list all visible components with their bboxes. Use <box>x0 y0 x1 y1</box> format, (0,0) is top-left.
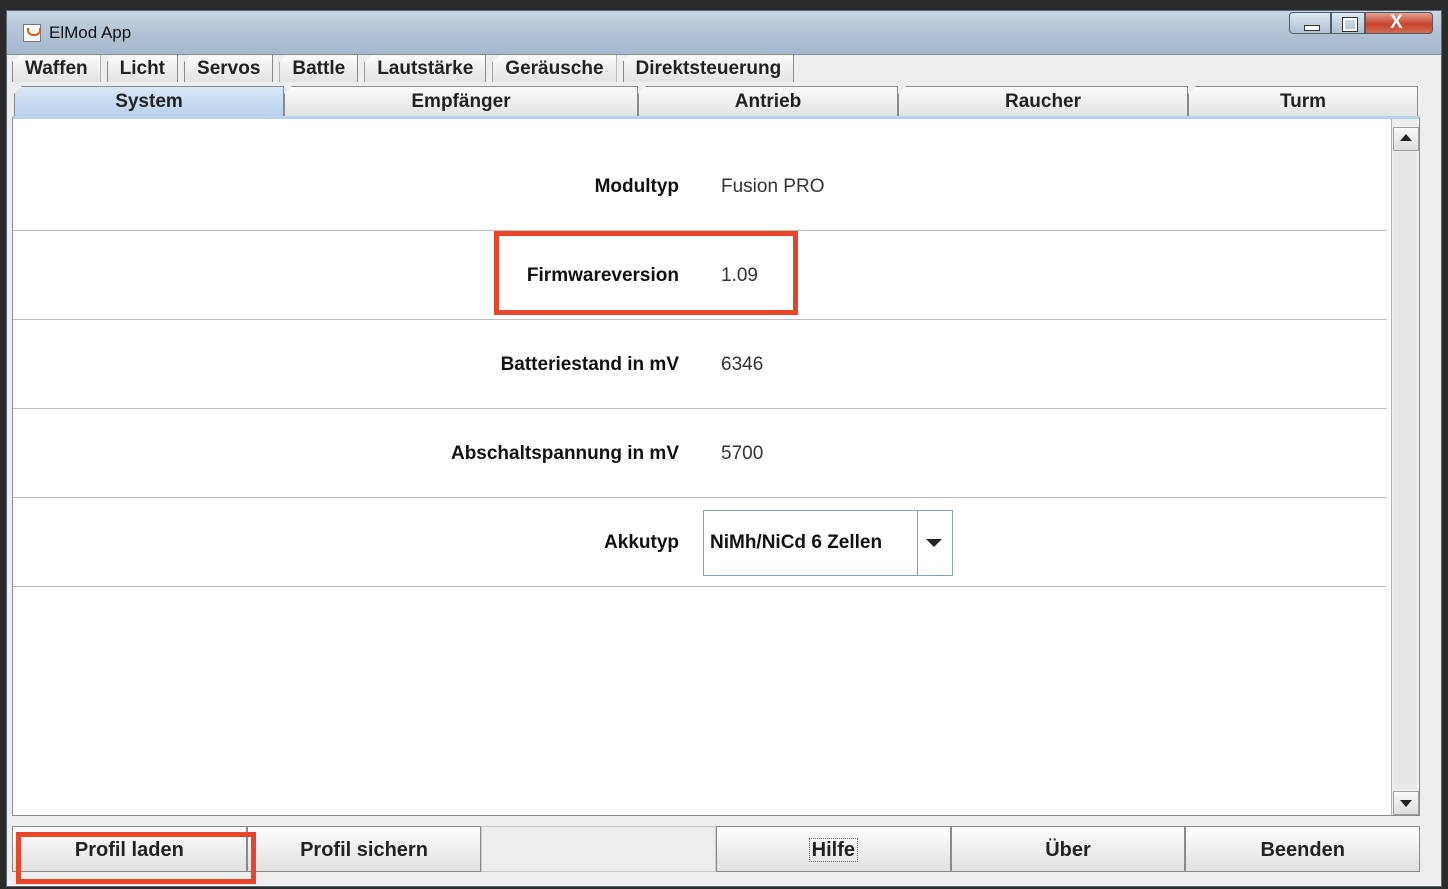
tab-row-top: Waffen Licht Servos Battle Lautstärke Ge… <box>12 54 800 82</box>
tab-waffen[interactable]: Waffen <box>12 54 101 82</box>
tab-system[interactable]: System <box>14 86 284 116</box>
maximize-icon <box>1342 17 1358 32</box>
chevron-down-icon[interactable] <box>926 539 942 547</box>
vertical-scrollbar[interactable] <box>1391 119 1419 815</box>
button-spacer <box>481 826 717 872</box>
scroll-track[interactable] <box>1394 151 1416 789</box>
firmware-value: 1.09 <box>721 265 758 286</box>
save-profile-button[interactable]: Profil sichern <box>246 826 482 872</box>
tab-servos[interactable]: Servos <box>184 54 274 82</box>
battery-value: 6346 <box>721 354 764 375</box>
modultyp-value: Fusion PRO <box>721 176 825 197</box>
akkutyp-row: Akkutyp NiMh/NiCd 6 Zellen <box>13 499 1387 587</box>
tab-direktsteuerung[interactable]: Direktsteuerung <box>622 54 795 82</box>
java-app-icon <box>23 24 41 42</box>
cutoff-value: 5700 <box>721 443 764 464</box>
battery-label: Batteriestand in mV <box>500 354 679 375</box>
tab-battle[interactable]: Battle <box>279 54 359 82</box>
modultyp-row: Modultyp Fusion PRO <box>13 143 1387 231</box>
close-icon: X <box>1390 12 1403 33</box>
maximize-button[interactable] <box>1331 12 1365 34</box>
tab-empfaenger[interactable]: Empfänger <box>284 86 638 116</box>
firmware-label: Firmwareversion <box>526 265 679 286</box>
tab-turm[interactable]: Turm <box>1188 86 1418 116</box>
close-button[interactable]: X <box>1365 12 1433 34</box>
help-button[interactable]: Hilfe <box>716 826 951 872</box>
bottom-button-bar: Profil laden Profil sichern Hilfe Über B… <box>12 826 1421 872</box>
scroll-up-button[interactable] <box>1393 127 1419 151</box>
akkutyp-label: Akkutyp <box>604 532 679 553</box>
about-button[interactable]: Über <box>950 826 1186 872</box>
exit-button[interactable]: Beenden <box>1185 826 1421 872</box>
load-profile-button[interactable]: Profil laden <box>12 826 247 872</box>
cutoff-label: Abschaltspannung in mV <box>450 443 679 464</box>
help-button-label: Hilfe <box>808 838 859 862</box>
minimize-button[interactable] <box>1289 12 1331 34</box>
title-bar: ElMod App X <box>7 11 1441 55</box>
tab-lautstaerke[interactable]: Lautstärke <box>364 54 487 82</box>
tab-licht[interactable]: Licht <box>106 54 179 82</box>
minimize-icon <box>1304 25 1320 31</box>
tab-raucher[interactable]: Raucher <box>898 86 1188 116</box>
battery-row: Batteriestand in mV 6346 <box>13 321 1387 409</box>
firmware-row: Firmwareversion 1.09 <box>13 232 1387 320</box>
scroll-down-icon <box>1400 800 1412 807</box>
akkutyp-selected-value: NiMh/NiCd 6 Zellen <box>704 511 918 575</box>
scroll-down-button[interactable] <box>1393 791 1419 815</box>
scroll-up-icon <box>1400 134 1412 141</box>
akkutyp-select[interactable]: NiMh/NiCd 6 Zellen <box>703 510 953 576</box>
tab-geraeusche[interactable]: Geräusche <box>492 54 617 82</box>
window-controls: X <box>1289 11 1433 37</box>
tab-antrieb[interactable]: Antrieb <box>638 86 898 116</box>
window-title: ElMod App <box>49 23 132 42</box>
cutoff-row: Abschaltspannung in mV 5700 <box>13 410 1387 498</box>
tab-row-bottom: System Empfänger Antrieb Raucher Turm <box>14 86 1418 116</box>
modultyp-label: Modultyp <box>594 176 679 197</box>
system-panel: Modultyp Fusion PRO Firmwareversion 1.09… <box>12 116 1420 816</box>
